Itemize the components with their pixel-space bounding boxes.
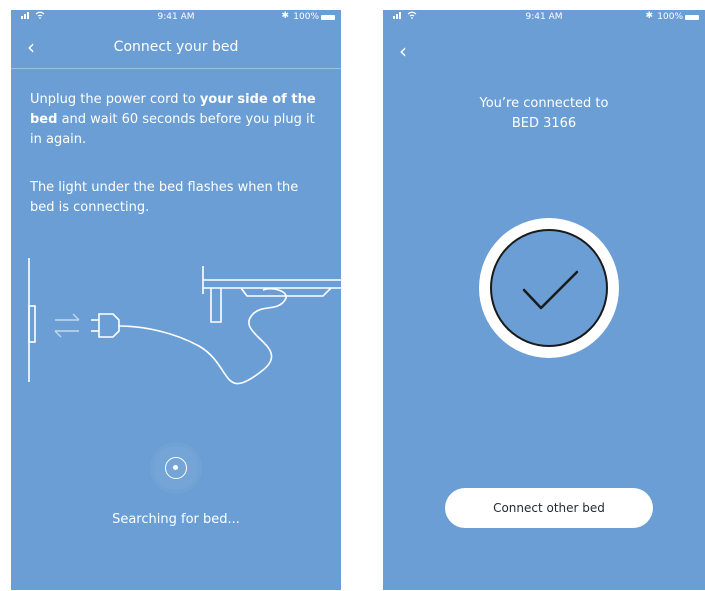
battery-percent: 100% (293, 12, 319, 22)
battery-icon (321, 15, 335, 20)
connect-bed-screen: 9:41 AM ✱ 100% ‹ Connect your bed Unplug… (11, 10, 341, 590)
bed-name: BED 3166 (511, 116, 577, 131)
bed-frame-icon (202, 266, 341, 323)
bluetooth-icon: ✱ (645, 11, 653, 21)
status-bar: 9:41 AM ✱ 100% (11, 10, 341, 26)
connected-screen: 9:41 AM ✱ 100% ‹ You’re connected to BED… (383, 10, 705, 590)
nav-divider (11, 68, 341, 69)
searching-status: Searching for bed... (112, 512, 240, 527)
page-title: Connect your bed (113, 39, 239, 55)
searching-spinner-icon (154, 446, 198, 490)
back-chevron-icon: ‹ (399, 39, 407, 63)
connected-label: You’re connected to (479, 96, 609, 111)
instruction-text: Unplug the power cord to (30, 92, 200, 107)
unplug-illustration (23, 254, 341, 408)
back-button[interactable]: ‹ (399, 40, 419, 62)
transfer-arrows-icon (54, 313, 80, 338)
bluetooth-icon: ✱ (281, 11, 289, 21)
power-cord (118, 287, 287, 385)
battery-icon (685, 15, 699, 20)
status-time: 9:41 AM (157, 12, 195, 22)
connect-other-bed-button[interactable]: Connect other bed (445, 488, 653, 528)
light-instruction: The light under the bed flashes when the… (30, 180, 299, 215)
plug-icon (91, 313, 120, 338)
status-bar: 9:41 AM ✱ 100% (383, 10, 705, 26)
unplug-instruction: Unplug the power cord to your side of th… (30, 90, 320, 150)
wall-socket-icon (28, 258, 36, 382)
success-badge (479, 218, 619, 362)
battery-percent: 100% (657, 12, 683, 22)
instruction-text-end: and wait 60 seconds before you plug it i… (30, 112, 315, 147)
